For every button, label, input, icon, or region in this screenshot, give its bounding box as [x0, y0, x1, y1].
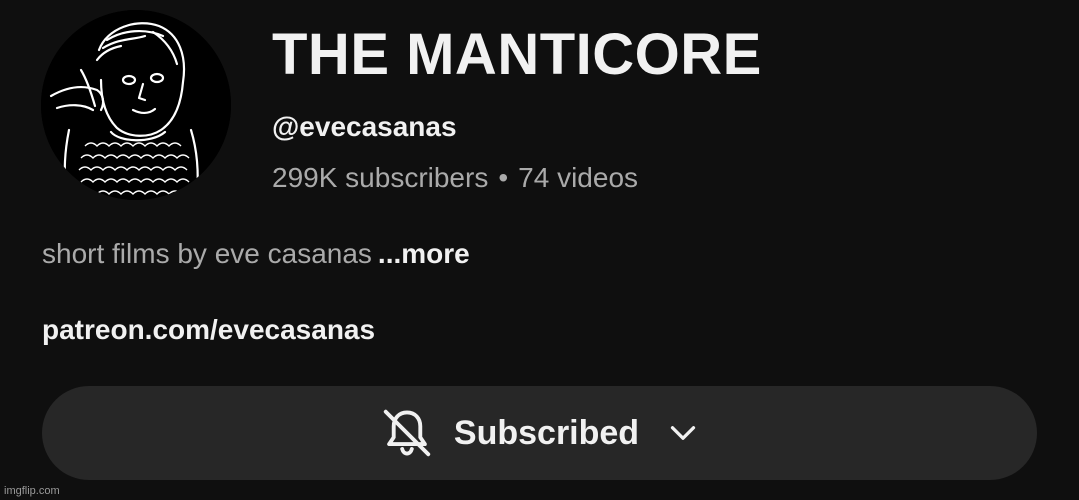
external-link[interactable]: patreon.com/evecasanas [42, 312, 375, 348]
video-count: 74 videos [518, 162, 639, 193]
description-text: short films by eve casanas [42, 238, 372, 269]
channel-header: THE MANTICORE @evecasanas 299K subscribe… [0, 0, 1079, 500]
watermark: imgflip.com [4, 485, 60, 497]
channel-stats: 299K subscribers • 74 videos [272, 160, 638, 196]
more-link[interactable]: ...more [378, 238, 470, 269]
subscriber-count: 299K subscribers [272, 162, 489, 193]
subscribed-label: Subscribed [453, 413, 640, 452]
channel-title: THE MANTICORE [272, 22, 762, 87]
bell-off-icon [383, 409, 431, 457]
avatar-drawing [41, 10, 231, 200]
channel-handle[interactable]: @evecasanas [272, 110, 457, 144]
channel-description: short films by eve casanas ...more [42, 236, 470, 272]
subscribed-button[interactable]: Subscribed [42, 386, 1037, 480]
stats-separator: • [498, 162, 509, 193]
avatar[interactable] [41, 10, 231, 200]
chevron-down-icon [670, 426, 696, 440]
